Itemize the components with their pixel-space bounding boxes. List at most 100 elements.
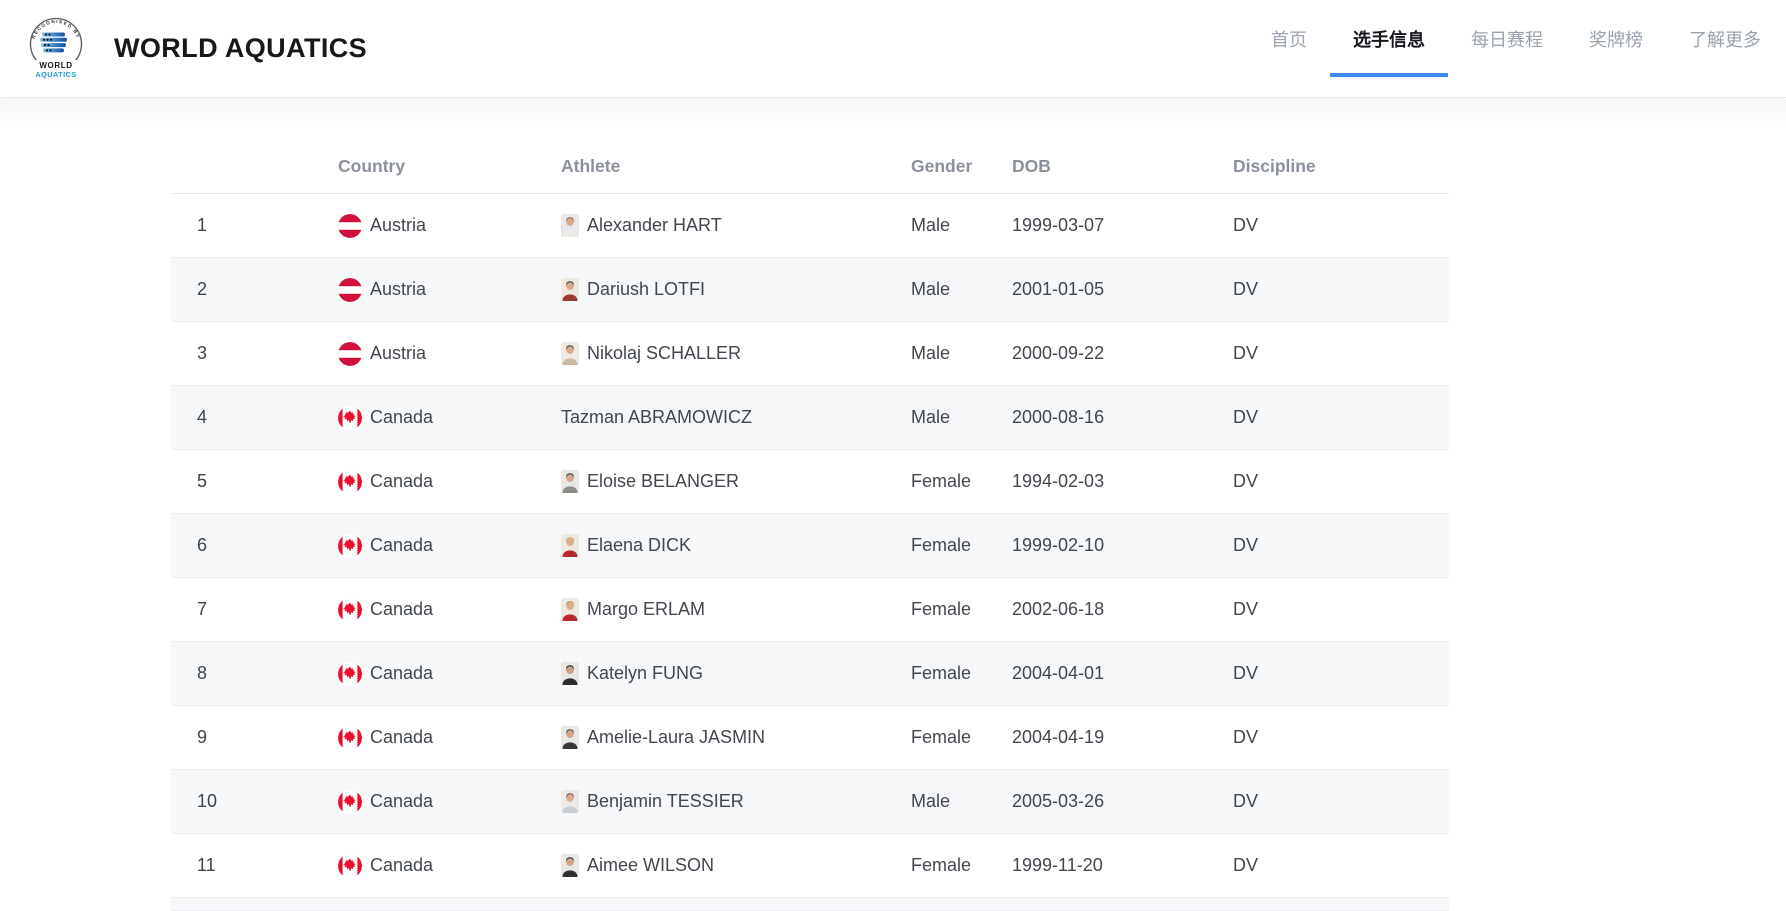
athlete-name: Benjamin TESSIER xyxy=(587,791,744,811)
dob-value: 2000-09-22 xyxy=(1012,343,1105,363)
country-flag-icon xyxy=(338,789,362,814)
gender-value: Female xyxy=(911,855,972,875)
dob-value: 1999-02-10 xyxy=(1012,535,1105,555)
row-number: 10 xyxy=(197,791,218,811)
athlete-name: Elaena DICK xyxy=(587,535,692,555)
row-number: 11 xyxy=(197,855,216,875)
nav-tab-0[interactable]: 首页 xyxy=(1248,0,1330,78)
page-title: WORLD AQUATICS xyxy=(114,33,368,63)
discipline-value: DV xyxy=(1233,535,1259,555)
table-row[interactable]: 3 Austria Nikolaj SCHALLER Male 2000-09-… xyxy=(171,322,1449,386)
gender-value: Male xyxy=(911,343,951,363)
country-cell: Canada xyxy=(338,597,561,622)
table-row[interactable]: 2 Austria Dariush LOTFI Male 2001-01-05 … xyxy=(171,258,1449,322)
athlete-cell: Tazman ABRAMOWICZ xyxy=(561,407,911,428)
row-number: 8 xyxy=(197,663,208,683)
country-flag-icon xyxy=(338,853,362,878)
table-header-row: Country Athlete Gender DOB Discipline xyxy=(171,140,1449,194)
dob-value: 2005-03-26 xyxy=(1012,791,1105,811)
athlete-photo xyxy=(561,534,579,557)
row-number: 5 xyxy=(197,471,208,491)
row-number: 7 xyxy=(197,599,208,619)
discipline-value: DV xyxy=(1233,791,1259,811)
athlete-photo xyxy=(561,726,579,749)
table-row[interactable]: 1 Austria Alexander HART Male 1999-03-07… xyxy=(171,194,1449,258)
table-row[interactable]: 6 Canada Elaena DICK Female 1999-02-10 D… xyxy=(171,514,1449,578)
athlete-name: Alexander HART xyxy=(587,215,722,235)
header-cell-discipline: Discipline xyxy=(1233,156,1316,176)
country-name: Canada xyxy=(370,727,434,747)
gender-value: Male xyxy=(911,279,951,299)
country-cell: Canada xyxy=(338,405,561,430)
athlete-cell: Alexander HART xyxy=(561,214,911,237)
country-name: Canada xyxy=(370,471,434,491)
athlete-photo xyxy=(561,598,579,621)
row-number: 2 xyxy=(197,279,208,299)
country-cell: Austria xyxy=(338,341,561,366)
row-number: 1 xyxy=(197,215,208,235)
athlete-name: Katelyn FUNG xyxy=(587,663,704,683)
header-cell-athlete: Athlete xyxy=(561,156,621,176)
athlete-name: Amelie-Laura JASMIN xyxy=(587,727,766,747)
athlete-photo xyxy=(561,854,579,877)
athlete-photo xyxy=(561,790,579,813)
athlete-cell: Elaena DICK xyxy=(561,534,911,557)
nav-tab-4[interactable]: 了解更多 xyxy=(1666,0,1784,78)
athlete-photo xyxy=(561,662,579,685)
row-number: 3 xyxy=(197,343,208,363)
country-flag-icon xyxy=(338,533,362,558)
discipline-value: DV xyxy=(1233,215,1259,235)
world-aquatics-logo-icon: RECOGNISED BY WORLD AQUATICS xyxy=(28,16,84,84)
nav-tab-1[interactable]: 选手信息 xyxy=(1330,0,1448,78)
country-flag-icon xyxy=(338,469,362,494)
country-name: Austria xyxy=(370,279,427,299)
gender-value: Female xyxy=(911,471,972,491)
gender-value: Female xyxy=(911,663,972,683)
discipline-value: DV xyxy=(1233,599,1259,619)
table-row[interactable]: 5 Canada Eloise BELANGER Female 1994-02-… xyxy=(171,450,1449,514)
country-cell: Canada xyxy=(338,789,561,814)
app-header: RECOGNISED BY WORLD AQUATICS WORLD AQUAT… xyxy=(0,0,1786,98)
table-row[interactable]: 10 Canada Benjamin TESSIER Male 2005-03-… xyxy=(171,770,1449,834)
gender-value: Male xyxy=(911,791,951,811)
athlete-photo xyxy=(561,342,579,365)
athlete-name: Aimee WILSON xyxy=(587,855,715,875)
dob-value: 2004-04-01 xyxy=(1012,663,1105,683)
country-flag-icon xyxy=(338,277,362,302)
country-flag-icon xyxy=(338,405,362,430)
country-name: Austria xyxy=(370,215,427,235)
table-body: 1 Austria Alexander HART Male 1999-03-07… xyxy=(171,194,1449,898)
country-cell: Canada xyxy=(338,853,561,878)
table-row-partial xyxy=(171,898,1449,911)
discipline-value: DV xyxy=(1233,855,1259,875)
country-name: Canada xyxy=(370,599,434,619)
svg-text:WORLD: WORLD xyxy=(39,61,72,70)
country-cell: Canada xyxy=(338,661,561,686)
discipline-value: DV xyxy=(1233,343,1259,363)
country-name: Canada xyxy=(370,535,434,555)
svg-text:AQUATICS: AQUATICS xyxy=(35,70,76,79)
table-row[interactable]: 8 Canada Katelyn FUNG Female 2004-04-01 … xyxy=(171,642,1449,706)
nav-tab-3[interactable]: 奖牌榜 xyxy=(1566,0,1666,78)
athlete-name: Tazman ABRAMOWICZ xyxy=(561,407,753,427)
table-row[interactable]: 7 Canada Margo ERLAM Female 2002-06-18 D… xyxy=(171,578,1449,642)
athlete-cell: Nikolaj SCHALLER xyxy=(561,342,911,365)
gender-value: Female xyxy=(911,727,972,747)
table-row[interactable]: 9 Canada Amelie-Laura JASMIN Female 2004… xyxy=(171,706,1449,770)
country-cell: Austria xyxy=(338,277,561,302)
header-cell-dob: DOB xyxy=(1012,156,1051,176)
athlete-name: Eloise BELANGER xyxy=(587,471,740,491)
country-cell: Austria xyxy=(338,213,561,238)
athlete-cell: Dariush LOTFI xyxy=(561,278,911,301)
athlete-cell: Benjamin TESSIER xyxy=(561,790,911,813)
table-row[interactable]: 4 Canada Tazman ABRAMOWICZ Male 2000-08-… xyxy=(171,386,1449,450)
table-row[interactable]: 11 Canada Aimee WILSON Female 1999-11-20… xyxy=(171,834,1449,898)
gender-value: Male xyxy=(911,407,951,427)
discipline-value: DV xyxy=(1233,279,1259,299)
athlete-name: Nikolaj SCHALLER xyxy=(587,343,742,363)
nav-tab-2[interactable]: 每日赛程 xyxy=(1448,0,1566,78)
athlete-cell: Aimee WILSON xyxy=(561,854,911,877)
country-name: Austria xyxy=(370,343,427,363)
dob-value: 1999-11-20 xyxy=(1012,855,1103,875)
row-number: 9 xyxy=(197,727,208,747)
